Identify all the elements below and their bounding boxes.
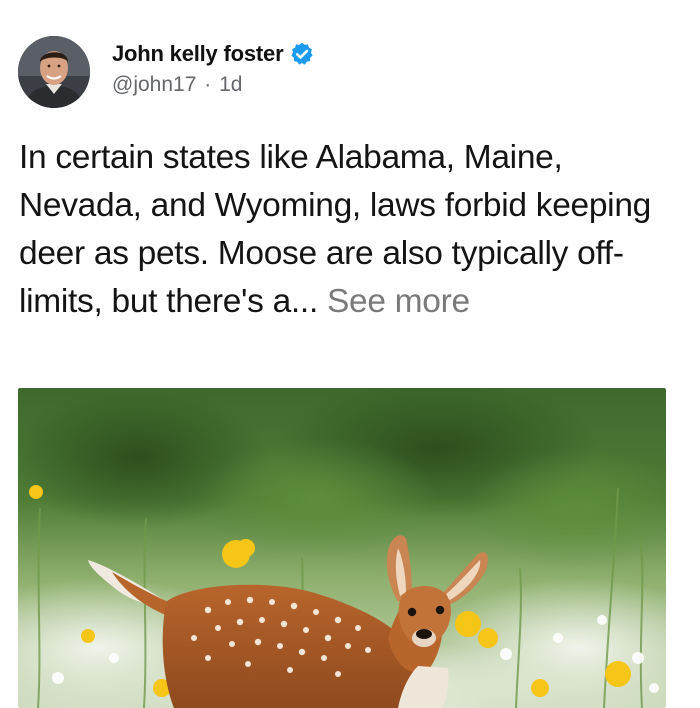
post-timestamp[interactable]: 1d [219,73,242,96]
author-name[interactable]: John kelly foster [112,41,284,67]
post-text: In certain states like Alabama, Maine, N… [19,134,687,326]
post-card: John kelly foster @john17 · 1d In certai… [0,0,700,708]
verified-badge-icon [289,41,315,67]
avatar[interactable] [18,36,90,108]
see-more-link[interactable]: See more [327,283,470,320]
fawn-in-meadow-photo-icon [18,388,666,708]
post-header: John kelly foster @john17 · 1d [18,36,315,114]
meta-separator: · [204,73,212,96]
post-meta: @john17 · 1d [112,73,315,97]
author-handle[interactable]: @john17 [112,73,196,96]
profile-photo-icon [18,36,90,108]
author-info: John kelly foster @john17 · 1d [112,40,315,97]
post-image[interactable] [18,388,666,708]
author-name-row: John kelly foster [112,40,315,68]
